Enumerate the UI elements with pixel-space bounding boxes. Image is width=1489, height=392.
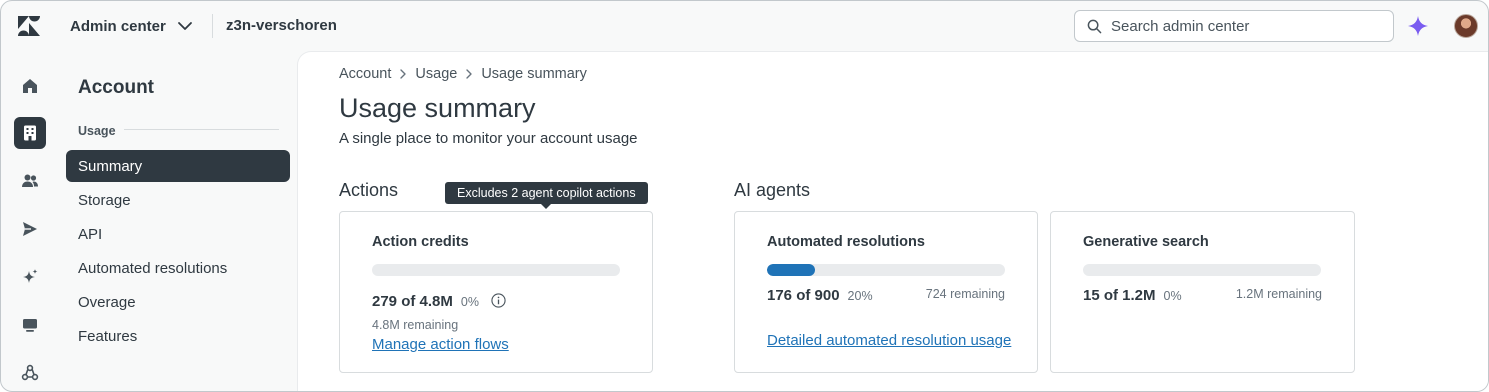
info-icon[interactable] (491, 293, 506, 308)
zendesk-logo-icon[interactable] (17, 15, 41, 37)
nav-item-summary[interactable]: Summary (66, 150, 290, 182)
usage-progress-bar (372, 264, 620, 276)
rail-item-workspaces[interactable] (14, 309, 46, 341)
product-rail (1, 51, 59, 391)
breadcrumb-usage[interactable]: Usage (415, 66, 457, 82)
account-side-nav: Account Usage Summary Storage API Automa… (59, 51, 297, 391)
usage-percent: 0% (1163, 289, 1182, 303)
people-icon (22, 174, 38, 187)
product-switcher-label: Admin center (70, 17, 166, 35)
top-bar: Admin center z3n-verschoren (1, 1, 1488, 51)
send-icon (23, 222, 37, 236)
card-title: Automated resolutions (767, 234, 925, 250)
chevron-right-icon (466, 69, 473, 79)
usage-count: 15 of 1.2M 0% (1083, 287, 1182, 304)
breadcrumb-current: Usage summary (481, 66, 587, 82)
usage-remaining: 1.2M remaining (1235, 287, 1322, 301)
usage-remaining: 4.8M remaining (372, 318, 459, 332)
rail-item-objects[interactable] (14, 357, 46, 389)
rail-item-people[interactable] (14, 165, 46, 197)
usage-progress-bar (767, 264, 1005, 276)
topbar-divider (212, 14, 213, 38)
nav-item-features[interactable]: Features (66, 320, 290, 352)
recycle-icon (21, 364, 39, 381)
nav-item-automated-resolutions[interactable]: Automated resolutions (66, 252, 290, 284)
usage-count-value: 176 of 900 (767, 287, 840, 304)
search-box[interactable] (1074, 10, 1394, 42)
home-icon (23, 79, 37, 93)
account-subdomain: z3n-verschoren (226, 17, 337, 34)
app-window: Admin center z3n-verschoren Search admin… (0, 0, 1489, 392)
chevron-right-icon (400, 69, 407, 79)
breadcrumb: Account Usage Usage summary (339, 66, 587, 82)
actions-section-title: Actions (339, 180, 399, 200)
nav-item-storage[interactable]: Storage (66, 184, 290, 216)
card-title: Action credits (372, 234, 469, 250)
usage-count: 176 of 900 20% (767, 287, 873, 304)
usage-percent: 20% (847, 289, 873, 303)
usage-percent: 0% (460, 295, 479, 309)
rail-item-ai[interactable] (14, 261, 46, 293)
nav-group-divider (124, 129, 279, 130)
usage-count: 279 of 4.8M 0% (372, 291, 506, 310)
ai-agents-section-title: AI agents (734, 180, 811, 200)
card-title: Generative search (1083, 234, 1209, 250)
rail-item-account[interactable] (14, 117, 46, 149)
main-content: Account Usage Usage summary Usage summar… (297, 51, 1488, 391)
user-avatar[interactable] (1454, 14, 1478, 38)
generative-search-card: Generative search 15 of 1.2M 0% 1.2M rem… (1050, 211, 1355, 373)
usage-progress-fill (767, 264, 815, 276)
chevron-down-icon (177, 22, 192, 30)
usage-remaining: 724 remaining (925, 287, 1005, 301)
nav-item-overage[interactable]: Overage (66, 286, 290, 318)
product-switcher-button[interactable]: Admin center (70, 16, 194, 36)
nav-group-label: Usage (78, 124, 116, 138)
usage-count-value: 279 of 4.8M (372, 293, 453, 310)
breadcrumb-account[interactable]: Account (339, 66, 391, 82)
rail-item-home[interactable] (14, 70, 46, 102)
page-title: Usage summary (339, 93, 536, 123)
nav-item-api[interactable]: API (66, 218, 290, 250)
action-credits-card: Action credits 279 of 4.8M 0% 4.8M remai… (339, 211, 653, 373)
manage-action-flows-link[interactable]: Manage action flows (372, 336, 509, 353)
copilot-actions-tooltip: Excludes 2 agent copilot actions (445, 182, 648, 209)
usage-count-value: 15 of 1.2M (1083, 287, 1156, 304)
sparkle-icon (23, 269, 38, 283)
chat-icon (23, 319, 37, 332)
ai-assistant-sparkle-icon[interactable] (1407, 15, 1429, 37)
search-icon (1087, 19, 1102, 33)
page-description: A single place to monitor your account u… (339, 130, 638, 147)
building-icon (24, 125, 36, 141)
automated-resolutions-card: Automated resolutions 176 of 900 20% 724… (734, 211, 1038, 373)
detailed-automated-resolution-usage-link[interactable]: Detailed automated resolution usage (767, 332, 1011, 349)
usage-progress-bar (1083, 264, 1321, 276)
nav-title: Account (78, 77, 154, 98)
search-input[interactable] (1111, 17, 1381, 35)
rail-item-channels[interactable] (14, 213, 46, 245)
